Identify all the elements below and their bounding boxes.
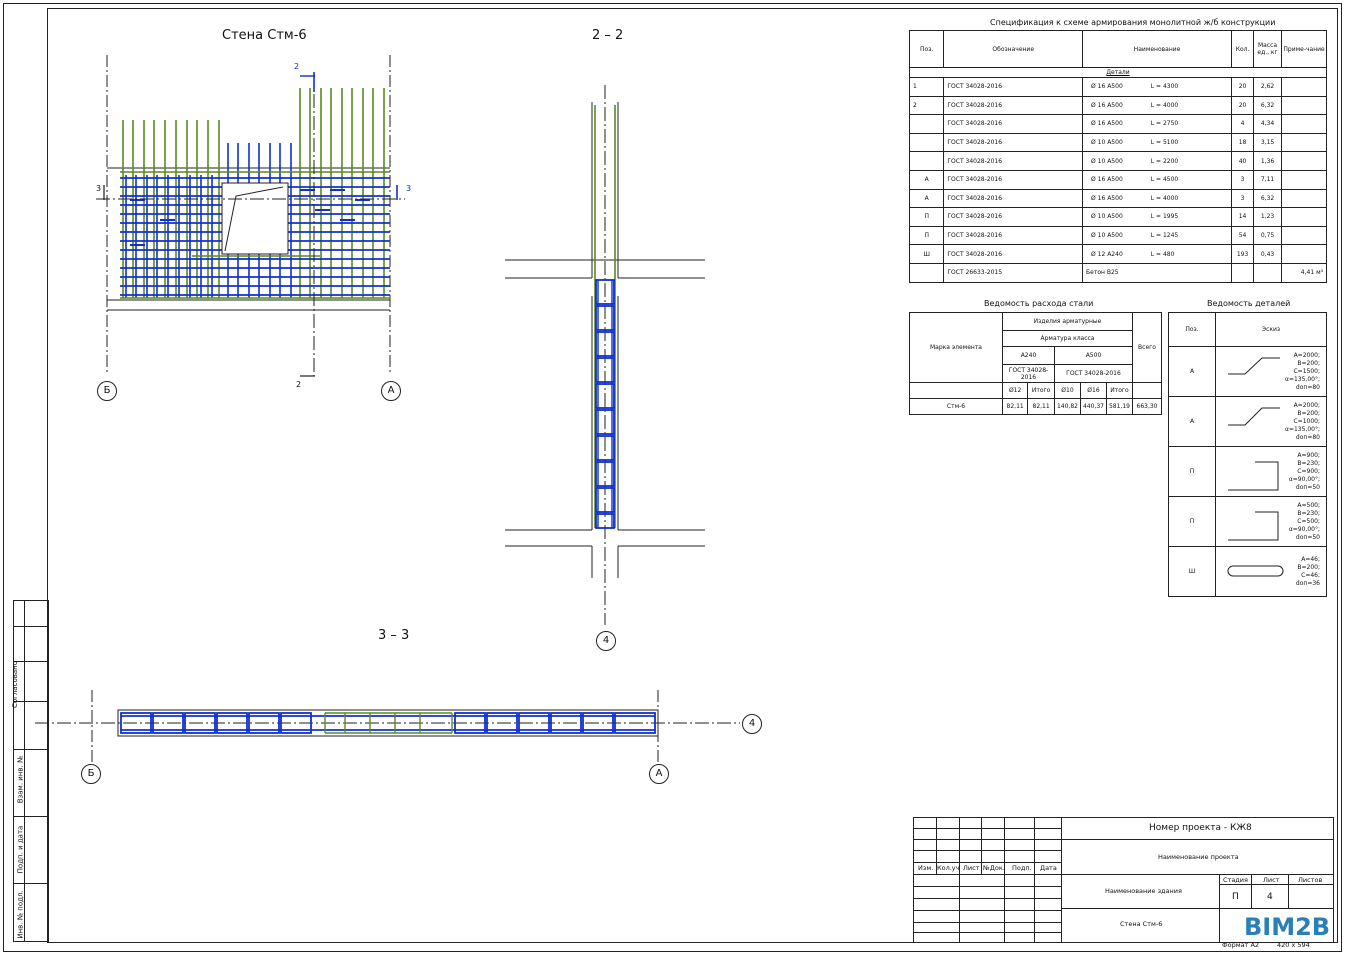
table-row: А ГОСТ 34028-2016 Ø 16 А500 L = 4500 3 7,11 [908, 169, 1327, 190]
table-row: Ш ГОСТ 34028-2016 Ø 12 А240 L = 480 193 0,43 [908, 244, 1327, 264]
ved-col-a240: А240 [1002, 346, 1055, 365]
format-label: Формат А2 [1222, 941, 1260, 949]
title-block: Изм. Кол.уч Лист №Док. Подп. Дата Номер … [913, 817, 1334, 943]
spec-h-pos: Поз. [908, 30, 945, 68]
axis-b-wall: Б [97, 381, 117, 401]
axis-b-section33: Б [81, 764, 101, 784]
spec-h-name: Наименование [1082, 30, 1233, 68]
table-row: А ГОСТ 34028-2016 Ø 16 А500 L = 4000 3 6,32 [908, 188, 1327, 209]
section22-title: 2 – 2 [592, 27, 624, 44]
table-row: 1 ГОСТ 34028-2016 Ø 16 А500 L = 4300 20 2,62 [908, 77, 1327, 97]
section33-title: 3 – 3 [378, 627, 410, 644]
table-row: П А=500; В=230; С=500; α=90,00°; dоп=50 [1168, 496, 1327, 547]
stamp-sheet: 4 [1267, 892, 1273, 902]
stamp-project-number: Номер проекта - КЖ8 [1149, 823, 1252, 833]
section-2-2 [505, 85, 705, 625]
spec-title: Спецификация к схеме армирования монолит… [990, 18, 1276, 27]
ved-detail-table: Поз. Эскиз А А=2000; В=200; С=1500; α=135,00°… [1168, 312, 1327, 597]
det-col-pos: Поз. [1168, 312, 1216, 347]
table-row: П ГОСТ 34028-2016 Ø 10 А500 L = 1995 14 1,23 [908, 207, 1327, 227]
table-row: 2 ГОСТ 34028-2016 Ø 16 А500 L = 4000 20 6,32 [908, 95, 1327, 116]
spec-group: Детали [909, 67, 1327, 78]
table-row: Стм-6 82,11 82,11 140,82 440,37 581,19 663,30 [909, 398, 1162, 415]
table-row: ГОСТ 34028-2016 Ø 10 А500 L = 2200 40 1,36 [908, 151, 1327, 171]
ved-col-rebar: Изделия арматурные [1002, 312, 1133, 331]
ved-rashod-title: Ведомость расхода стали [984, 299, 1094, 308]
ved-col-class: Арматура класса [1002, 330, 1133, 347]
table-row: А А=2000; В=200; С=1500; α=135,00°; dоп=80 [1168, 346, 1327, 397]
stamp-stage-label: Стадия [1223, 876, 1248, 884]
stamp-col-doc: №Док. [983, 864, 1005, 872]
stamp-col-kol: Кол.уч [937, 864, 960, 872]
stamp-sheets-label: Листов [1298, 876, 1323, 884]
wall-title: Стена Стм-6 [222, 27, 307, 44]
table-row: П А=900; В=230; С=900; α=90,00°; dоп=50 [1168, 446, 1327, 497]
axis-4-section33: 4 [742, 714, 762, 734]
table-row: ГОСТ 34028-2016 Ø 10 А500 L = 5100 18 3,15 [908, 132, 1327, 153]
ved-col-total: Всего [1132, 312, 1162, 383]
table-row: Ш А=46; В=200; С=46; dоп=36 [1168, 546, 1327, 597]
ved-col-element: Марка элемента [909, 312, 1003, 383]
stamp-col-date: Дата [1040, 864, 1057, 872]
spec-h-note: Приме-чание [1281, 30, 1327, 68]
stamp-stage: П [1232, 892, 1239, 902]
stamp-col-list: Лист [963, 864, 980, 872]
table-row: П ГОСТ 34028-2016 Ø 10 А500 L = 1245 54 0,75 [908, 225, 1327, 246]
spec-h-mass: Масса ед., кг [1252, 30, 1283, 68]
axis-a-wall: А [381, 381, 401, 401]
ved-rashod-table: Марка элемента Изделия арматурные Всего … [909, 312, 1162, 415]
table-row: ГОСТ 26633-2015 Бетон В25 4,41 м³ [908, 262, 1327, 283]
stamp-building-name: Наименование здания [1105, 887, 1182, 895]
wall-elevation [96, 55, 405, 377]
stamp-col-sign: Подп. [1012, 864, 1032, 872]
stamp-sheet-label: Лист [1263, 876, 1280, 884]
stamp-col-izm: Изм. [918, 864, 934, 872]
stamp-project-name: Наименование проекта [1158, 853, 1239, 861]
bim2b-logo: BIM2B [1244, 913, 1331, 941]
table-row: ГОСТ 34028-2016 Ø 16 А500 L = 2750 4 4,34 [908, 114, 1327, 134]
det-col-sketch: Эскиз [1215, 312, 1327, 347]
axis-a-section33: А [649, 764, 669, 784]
axis-4-section22: 4 [596, 631, 616, 651]
cut-label-3-left: 3 [96, 184, 102, 193]
cut-label-2-bottom: 2 [296, 380, 302, 389]
cut-label-3-right: 3 [406, 184, 412, 193]
cut-label-2-top: 2 [294, 62, 300, 71]
spec-h-doc: Обозначение [943, 30, 1084, 68]
stamp-sheet-name: Стена Стм-6 [1120, 920, 1163, 928]
section-3-3 [35, 690, 740, 765]
ved-detail-title: Ведомость деталей [1207, 299, 1291, 308]
ved-col-gost1: ГОСТ 34028-2016 [1002, 364, 1055, 383]
spec-h-qty: Кол. [1231, 30, 1254, 68]
ved-col-a500: А500 [1053, 346, 1134, 365]
table-row: А А=2000; В=200; С=1000; α=135,00°; dоп=80 [1168, 396, 1327, 447]
ved-col-gost2: ГОСТ 34028-2016 [1053, 364, 1134, 383]
spec-table: Поз. Обозначение Наименование Кол. Масса… [908, 30, 1327, 283]
format-size: 420 x 594 [1277, 941, 1310, 949]
